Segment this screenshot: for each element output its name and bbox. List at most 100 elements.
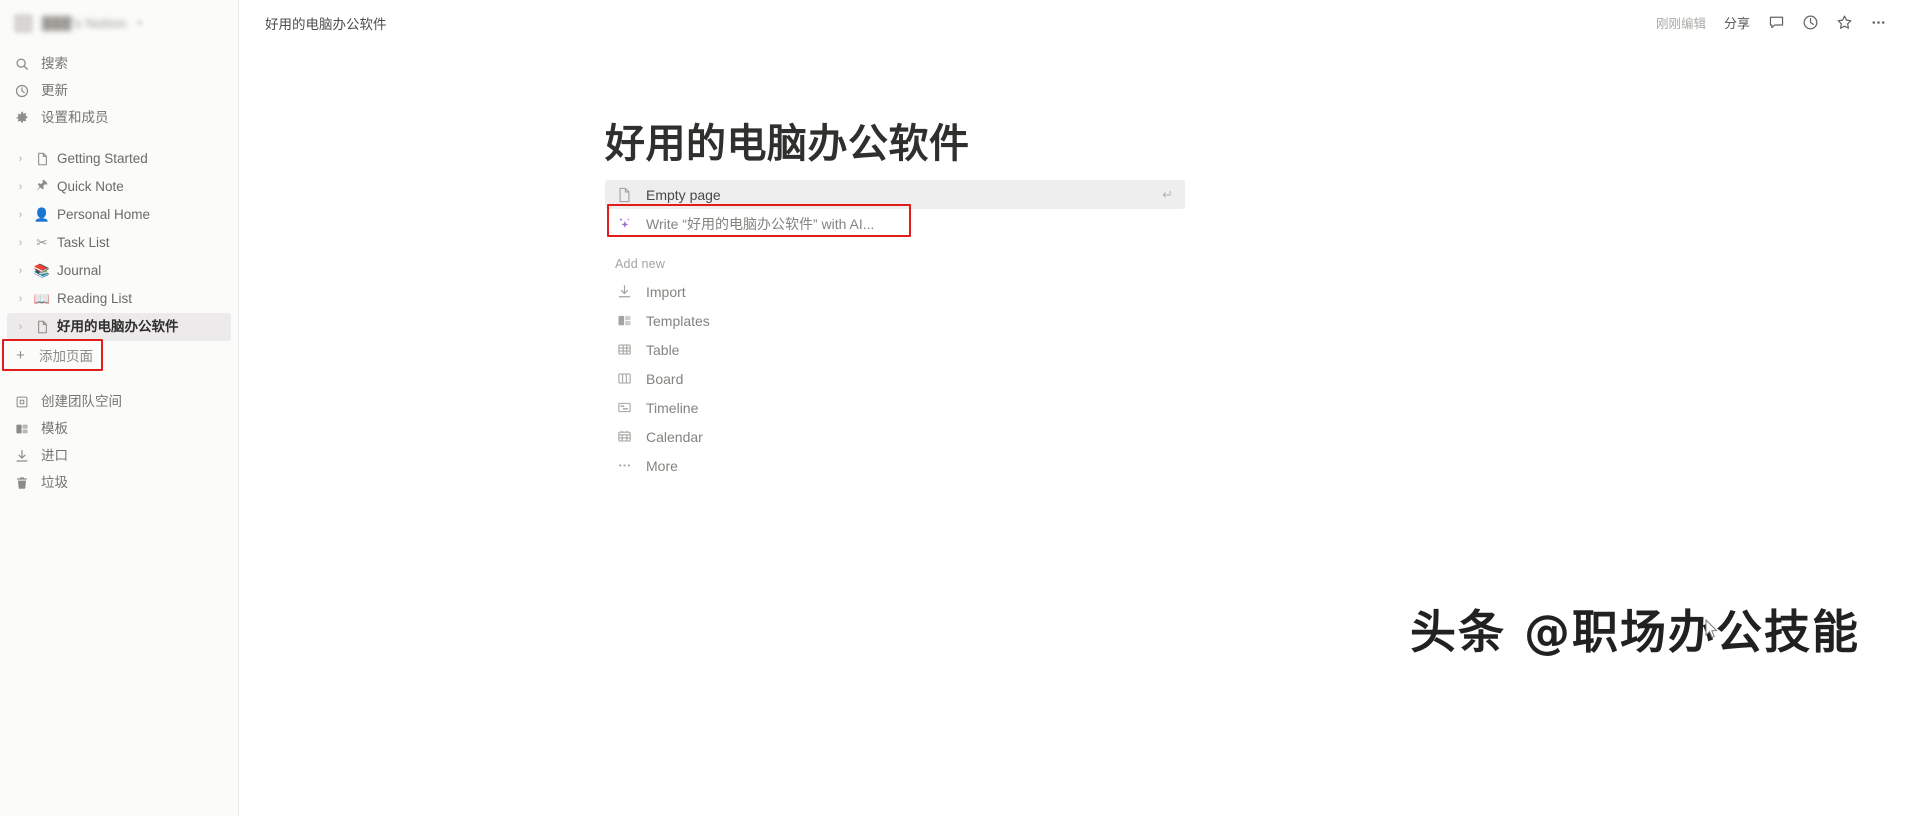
chevron-right-icon[interactable]: › — [14, 321, 27, 333]
enter-key-hint: ↵ — [1162, 187, 1173, 202]
sidebar-item-label: 设置和成员 — [41, 109, 109, 125]
add-new-label: Board — [646, 370, 684, 387]
chevron-right-icon[interactable]: › — [14, 265, 27, 277]
mouse-cursor — [1705, 619, 1718, 639]
sidebar-item-label: 更新 — [41, 82, 68, 98]
chevron-right-icon[interactable]: › — [14, 181, 27, 193]
sidebar-item-search[interactable]: 搜索 — [0, 50, 238, 77]
ellipsis-icon[interactable] — [1863, 9, 1893, 37]
add-new-timeline[interactable]: Timeline — [605, 393, 1185, 422]
sidebar-page-getting-started[interactable]: › Getting Started — [7, 145, 231, 173]
templates-icon — [14, 421, 30, 437]
sidebar-page-personal-home[interactable]: › 👤 Personal Home — [7, 201, 231, 229]
sidebar-page-journal[interactable]: › 📚 Journal — [7, 257, 231, 285]
sidebar-page-label: Quick Note — [57, 179, 124, 195]
sidebar-page-label: Task List — [57, 235, 110, 251]
ellipsis-icon — [615, 458, 633, 473]
add-new-label: Table — [646, 341, 680, 358]
sidebar-item-updates[interactable]: 更新 — [0, 77, 238, 104]
workspace-name: ███'s Notion — [42, 15, 127, 31]
chevron-right-icon[interactable]: › — [14, 237, 27, 249]
workspace-avatar — [14, 13, 33, 33]
sidebar: ███'s Notion ▾ 搜索 更新 设置和成员 › Getting Sta… — [0, 0, 239, 816]
notion-app-window: ███'s Notion ▾ 搜索 更新 设置和成员 › Getting Sta… — [0, 0, 1911, 816]
sidebar-primary-nav: 搜索 更新 设置和成员 — [0, 50, 238, 131]
add-new-label: Import — [646, 283, 686, 300]
sidebar-page-label: Personal Home — [57, 207, 151, 223]
sidebar-page-label: Getting Started — [57, 151, 148, 167]
chevron-updown-icon: ▾ — [137, 17, 142, 28]
templates-icon — [615, 313, 633, 328]
pin-icon: 🖈 — [35, 177, 49, 192]
add-new-label: Calendar — [646, 428, 703, 445]
chevron-right-icon[interactable]: › — [14, 209, 27, 221]
sidebar-page-task-list[interactable]: › ✂ Task List — [7, 229, 231, 257]
add-new-board[interactable]: Board — [605, 364, 1185, 393]
suggestion-ai-container: Write “好用的电脑办公软件” with AI... — [605, 204, 1185, 238]
clock-updates-icon — [14, 83, 30, 99]
books-icon: 📚 — [33, 263, 51, 278]
sidebar-item-label: 进口 — [41, 447, 68, 463]
scissors-icon: ✂ — [36, 235, 48, 250]
page-body: 好用的电脑办公软件 Empty page ↵ Write “好用的电脑办公软件”… — [239, 45, 1911, 480]
add-new-label: Templates — [646, 312, 710, 329]
plus-icon: + — [16, 346, 25, 364]
sidebar-item-settings[interactable]: 设置和成员 — [0, 104, 238, 131]
sidebar-page-label: Journal — [57, 263, 102, 279]
comment-icon[interactable] — [1761, 9, 1791, 37]
import-icon — [615, 284, 633, 299]
sidebar-item-trash[interactable]: 垃圾 — [0, 469, 238, 496]
chevron-right-icon[interactable]: › — [14, 153, 27, 165]
chevron-right-icon[interactable]: › — [14, 293, 27, 305]
sidebar-footer-nav: 创建团队空间 模板 进口 垃圾 — [0, 388, 238, 496]
topbar-actions: 刚刚编辑 分享 — [1649, 8, 1893, 37]
sidebar-page-label: 好用的电脑办公软件 — [57, 319, 179, 335]
sidebar-page-quick-note[interactable]: › 🖈 Quick Note — [7, 173, 231, 201]
ai-sparkle-icon — [615, 216, 633, 231]
suggestion-label: Write “好用的电脑办公软件” with AI... — [646, 215, 875, 232]
sidebar-page-current[interactable]: › 好用的电脑办公软件 — [7, 313, 231, 341]
bookshelf-icon: 📖 — [33, 291, 51, 306]
trash-icon — [14, 475, 30, 491]
add-new-templates[interactable]: Templates — [605, 306, 1185, 335]
sidebar-item-create-teamspace[interactable]: 创建团队空间 — [0, 388, 238, 415]
table-icon — [615, 342, 633, 357]
gear-icon — [14, 110, 30, 126]
sidebar-item-import[interactable]: 进口 — [0, 442, 238, 469]
add-new-more[interactable]: More — [605, 451, 1185, 480]
page-title[interactable]: 好用的电脑办公软件 — [605, 122, 1425, 166]
sidebar-page-reading-list[interactable]: › 📖 Reading List — [7, 285, 231, 313]
add-new-calendar[interactable]: Calendar — [605, 422, 1185, 451]
document-icon — [615, 187, 633, 203]
add-page-label: 添加页面 — [39, 349, 93, 364]
add-new-label: Timeline — [646, 399, 699, 416]
clock-history-icon[interactable] — [1795, 9, 1825, 37]
document-icon — [33, 152, 51, 166]
add-new-label: More — [646, 457, 678, 474]
search-icon — [14, 56, 30, 72]
topbar: 好用的电脑办公软件 刚刚编辑 分享 — [239, 0, 1911, 45]
add-page-button[interactable]: + 添加页面 — [6, 342, 231, 368]
star-icon[interactable] — [1829, 9, 1859, 37]
add-page-container: + 添加页面 — [2, 339, 231, 371]
add-new-import[interactable]: Import — [605, 277, 1185, 306]
sidebar-item-label: 模板 — [41, 420, 68, 436]
breadcrumb[interactable]: 好用的电脑办公软件 — [259, 10, 393, 36]
sidebar-item-label: 创建团队空间 — [41, 393, 122, 409]
add-new-table[interactable]: Table — [605, 335, 1185, 364]
import-icon — [14, 448, 30, 464]
suggestion-write-with-ai[interactable]: Write “好用的电脑办公软件” with AI... — [605, 209, 1185, 238]
main-content: 好用的电脑办公软件 刚刚编辑 分享 好用的电脑办公软件 Empty page ↵… — [239, 0, 1911, 816]
person-icon: 👤 — [33, 207, 51, 222]
suggestion-label: Empty page — [646, 186, 721, 203]
suggestion-empty-page[interactable]: Empty page ↵ — [605, 180, 1185, 209]
board-icon — [615, 371, 633, 386]
sidebar-item-label: 垃圾 — [41, 474, 68, 490]
workspace-switcher[interactable]: ███'s Notion ▾ — [0, 4, 238, 42]
sidebar-item-templates[interactable]: 模板 — [0, 415, 238, 442]
edited-status: 刚刚编辑 — [1655, 17, 1706, 31]
suggestion-list: Empty page ↵ Write “好用的电脑办公软件” with AI..… — [605, 180, 1185, 480]
teamspace-icon — [14, 394, 30, 410]
share-button[interactable]: 分享 — [1717, 8, 1757, 37]
